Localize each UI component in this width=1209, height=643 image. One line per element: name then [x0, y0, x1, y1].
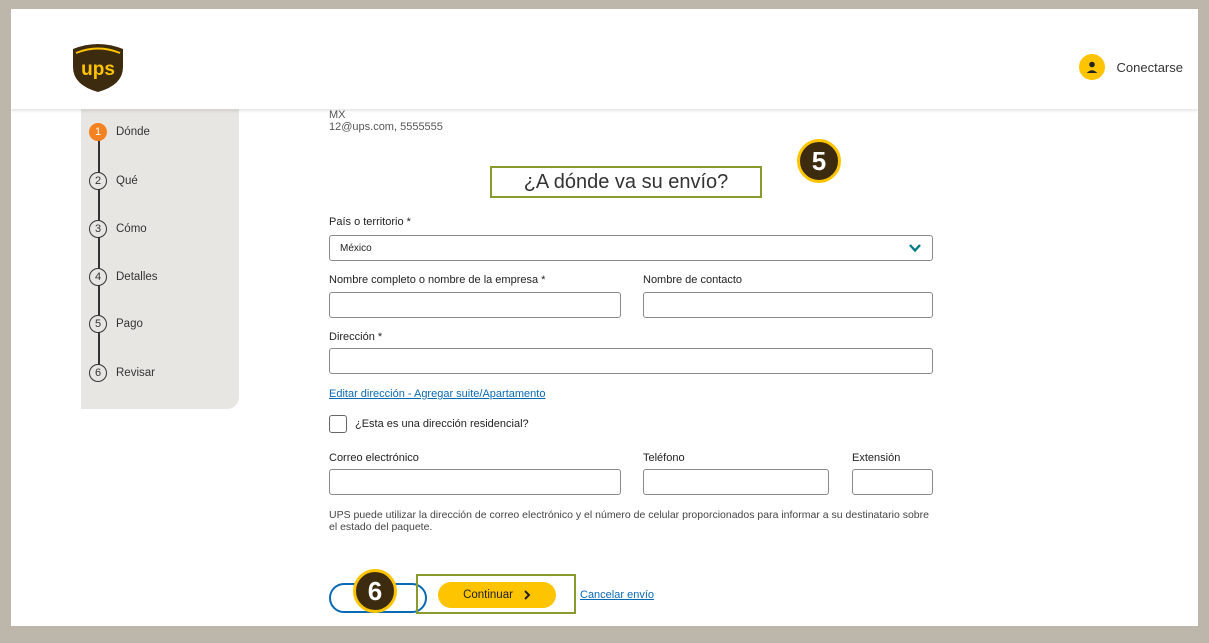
ups-logo[interactable]: ups [70, 39, 126, 93]
name-label: Nombre completo o nombre de la empresa * [329, 274, 546, 286]
extension-input[interactable] [852, 469, 933, 495]
stepper-line [98, 131, 100, 373]
page-title: ¿A dónde va su envío? [490, 166, 762, 198]
step-que[interactable]: 2 Qué [89, 172, 138, 190]
step-label: Revisar [116, 367, 155, 379]
step-detalles[interactable]: 4 Detalles [89, 268, 158, 286]
contact-name-input[interactable] [643, 292, 933, 318]
origin-contact: 12@ups.com, 5555555 [329, 121, 443, 133]
step-number: 5 [89, 315, 107, 333]
step-label: Qué [116, 175, 138, 187]
user-icon [1078, 54, 1105, 80]
email-label: Correo electrónico [329, 452, 419, 464]
login-label: Conectarse [1116, 59, 1183, 75]
chevron-down-icon [909, 244, 921, 253]
privacy-note: UPS puede utilizar la dirección de corre… [329, 509, 929, 533]
step-number: 1 [89, 123, 107, 141]
step-number: 2 [89, 172, 107, 190]
step-como[interactable]: 3 Cómo [89, 220, 147, 238]
svg-text:ups: ups [81, 59, 115, 80]
login-button[interactable]: Conectarse [1078, 54, 1183, 80]
step-revisar[interactable]: 6 Revisar [89, 364, 155, 382]
step-label: Cómo [116, 223, 147, 235]
address-input[interactable] [329, 348, 933, 374]
step-label: Pago [116, 318, 143, 330]
continue-button[interactable]: Continuar [438, 582, 556, 608]
step-number: 4 [89, 268, 107, 286]
step-number: 3 [89, 220, 107, 238]
site-header: ups Conectarse [11, 9, 1198, 109]
country-value: México [340, 242, 372, 254]
chevron-right-icon [524, 590, 531, 600]
country-label: País o territorio * [329, 216, 411, 228]
continue-label: Continuar [463, 589, 513, 601]
step-number: 6 [89, 364, 107, 382]
step-label: Detalles [116, 271, 158, 283]
step-badge-5: 5 [797, 139, 841, 183]
phone-input[interactable] [643, 469, 829, 495]
residential-label: ¿Esta es una dirección residencial? [355, 418, 529, 430]
origin-country: MX [329, 109, 346, 121]
email-input[interactable] [329, 469, 621, 495]
screenshot-frame: ups Conectarse 1 Dónde 2 Qué 3 Cómo 4 De… [11, 9, 1198, 626]
extension-label: Extensión [852, 452, 901, 464]
step-label: Dónde [116, 126, 150, 138]
residential-checkbox[interactable] [329, 415, 347, 433]
country-select[interactable]: México [329, 235, 933, 261]
shipment-stepper: 1 Dónde 2 Qué 3 Cómo 4 Detalles 5 Pago 6… [81, 109, 239, 409]
phone-label: Teléfono [643, 452, 685, 464]
step-pago[interactable]: 5 Pago [89, 315, 143, 333]
edit-address-link[interactable]: Editar dirección - Agregar suite/Apartam… [329, 388, 545, 400]
step-donde[interactable]: 1 Dónde [89, 123, 150, 141]
cancel-shipment-link[interactable]: Cancelar envío [580, 589, 654, 601]
step-badge-6: 6 [353, 569, 397, 613]
contact-name-label: Nombre de contacto [643, 274, 743, 286]
full-name-input[interactable] [329, 292, 621, 318]
origin-summary: MX 12@ups.com, 5555555 [329, 109, 443, 133]
address-label: Dirección * [329, 331, 383, 343]
